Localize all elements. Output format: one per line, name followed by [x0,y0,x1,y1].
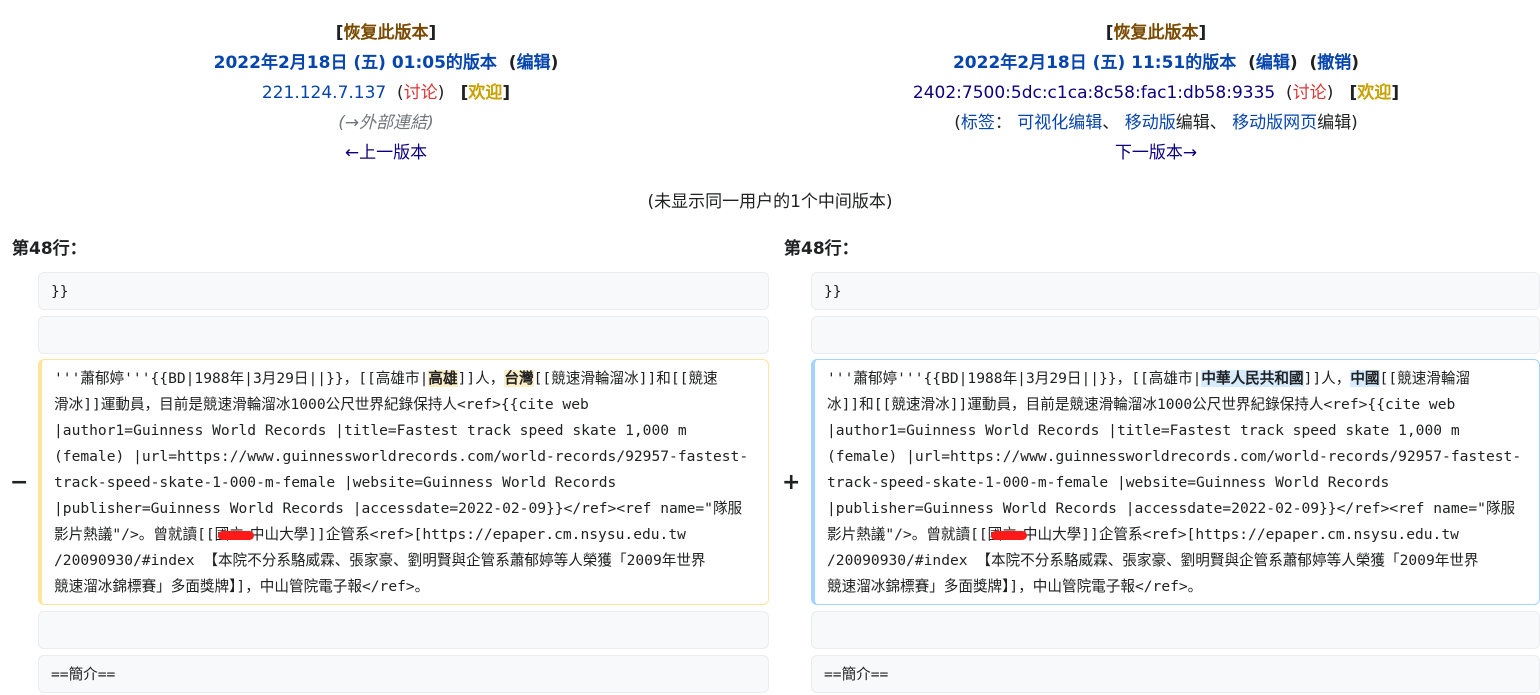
deleted-word: 高雄 [428,370,458,387]
user-row: 221.124.7.137 (讨论) [欢迎] [261,83,511,103]
context-line-empty [38,611,769,649]
welcome-link[interactable]: 欢迎 [468,83,502,103]
deleted-line: '''蕭郁婷'''{{BD|1988年|3月29日||}}，[[高雄市|高雄]]… [38,359,769,605]
added-word: 中國 [1350,370,1380,387]
hidden-revisions-note: (未显示同一用户的1个中间版本) [647,192,893,212]
diff-text: |author1=Guinness World Records |title=F… [54,422,687,439]
deleted-word: 台灣 [504,370,534,387]
tags-link[interactable]: 标签 [961,113,995,133]
context-line-empty [811,611,1540,649]
context-line-empty [38,316,769,354]
edit-summary: (→外部連結) [338,113,434,133]
restore-row: [恢复此版本] [335,23,437,43]
diff-text: (female) |url=https://www.guinnessworldr… [827,448,1522,465]
previous-version-link[interactable]: ←上一版本 [345,143,427,163]
welcome-link[interactable]: 欢迎 [1357,83,1391,103]
tags-row: (标签： 可视化编辑、 移动版编辑、 移动版网页编辑) [954,113,1358,133]
diff-text: 競速溜冰錦標賽」多面獎牌】]，中山管院電子報</ref>。 [827,578,1203,595]
added-line: '''蕭郁婷'''{{BD|1988年|3月29日||}}，[[高雄市|中華人民… [811,359,1540,605]
new-version-link[interactable]: 2022年2月18日 (五) 11:51的版本 [953,53,1236,73]
restore-version-link[interactable]: 恢复此版本 [344,23,429,43]
diff-text: 中山大學]]企管系<ref>[https://epaper.cm.nsysu.e… [1022,526,1459,543]
diff-text: 冰]]和[[競速滑冰]]運動員，目前是競速滑輪溜冰1000公尺世界紀錄保持人<r… [827,396,1456,413]
context-line: ==簡介== [38,655,769,693]
version-row: 2022年2月18日 (五) 01:05的版本 (编辑) [213,53,559,73]
edit-link[interactable]: 编辑 [517,53,551,73]
undo-link[interactable]: 撤销 [1317,53,1351,73]
restore-version-link[interactable]: 恢复此版本 [1114,23,1199,43]
user-row: 2402:7500:5dc:c1ca:8c58:fac1:db58:9335 (… [912,83,1400,103]
diff-text: 滑冰]]運動員，目前是競速滑輪溜冰1000公尺世界紀錄保持人<ref>{{cit… [54,396,589,413]
user-ip-link[interactable]: 221.124.7.137 [262,83,386,103]
left-line-number: 第48行： [12,239,87,259]
edit-link[interactable]: 编辑 [1256,53,1290,73]
diff-text: track-speed-skate-1-000-m-female |websit… [54,474,617,491]
next-row: 下一版本→ [772,138,1540,168]
diff-text: ]]人， [457,370,505,387]
diff-text: 競速溜冰錦標賽」多面獎牌】]，中山管院電子報</ref>。 [54,578,430,595]
diff-text: ]]人， [1303,370,1351,387]
tag-visual-edit[interactable]: 可视化编辑 [1017,113,1102,133]
context-line: ==簡介== [811,655,1540,693]
diff-text: /20090930/#index 【本院不分系駱威霖、張家豪、劉明賢與企管系蕭郁… [827,552,1479,569]
diff-text: (female) |url=https://www.guinnessworldr… [54,448,749,465]
context-line-empty [811,316,1540,354]
diff-text: 影片熱議"/>。曾就讀[[國立 [54,526,244,543]
diff-text: |publisher=Guinness World Records |acces… [827,500,1516,517]
old-revision-header: [恢复此版本] 2022年2月18日 (五) 01:05的版本 (编辑) 221… [0,18,772,168]
talk-link[interactable]: 讨论 [1293,83,1327,103]
diff-text: '''蕭郁婷'''{{BD|1988年|3月29日||}}，[[高雄市| [54,370,429,387]
version-row: 2022年2月18日 (五) 11:51的版本 (编辑) (撤销) [952,53,1360,73]
old-version-link[interactable]: 2022年2月18日 (五) 01:05的版本 [214,53,497,73]
diff-text: '''蕭郁婷'''{{BD|1988年|3月29日||}}，[[高雄市| [827,370,1202,387]
talk-link[interactable]: 讨论 [404,83,438,103]
context-line: }} [811,272,1540,310]
tag-suffix: 编辑 [1175,113,1210,133]
restore-row: [恢复此版本] [1105,23,1207,43]
prev-row: ←上一版本 [0,138,772,168]
redaction-mark [990,530,1027,540]
next-version-link[interactable]: 下一版本→ [1115,143,1197,163]
diff-text: |author1=Guinness World Records |title=F… [827,422,1460,439]
context-line: }} [38,272,769,310]
diff-text: |publisher=Guinness World Records |acces… [54,500,743,517]
right-line-number: 第48行： [784,239,859,259]
new-revision-header: [恢复此版本] 2022年2月18日 (五) 11:51的版本 (编辑) (撤销… [772,18,1540,168]
added-word: 中華人民共和國 [1201,370,1304,387]
diff-text: track-speed-skate-1-000-m-female |websit… [827,474,1390,491]
tag-mobile-web-edit[interactable]: 移动版网页 [1232,113,1317,133]
diff-text: 中山大學]]企管系<ref>[https://epaper.cm.nsysu.e… [249,526,686,543]
tag-mobile-edit[interactable]: 移动版 [1125,113,1176,133]
diff-text: 影片熱議"/>。曾就讀[[國立 [827,526,1017,543]
added-marker: + [782,470,801,495]
deleted-marker: − [10,470,29,495]
tag-suffix: 编辑 [1317,113,1352,133]
diff-text: /20090930/#index 【本院不分系駱威霖、張家豪、劉明賢與企管系蕭郁… [54,552,706,569]
diff-text: [[競速滑輪溜冰]]和[[競速 [533,370,718,387]
redaction-mark [217,530,254,540]
user-ip-link[interactable]: 2402:7500:5dc:c1ca:8c58:fac1:db58:9335 [913,83,1275,103]
diff-text: [[競速滑輪溜 [1379,370,1471,387]
